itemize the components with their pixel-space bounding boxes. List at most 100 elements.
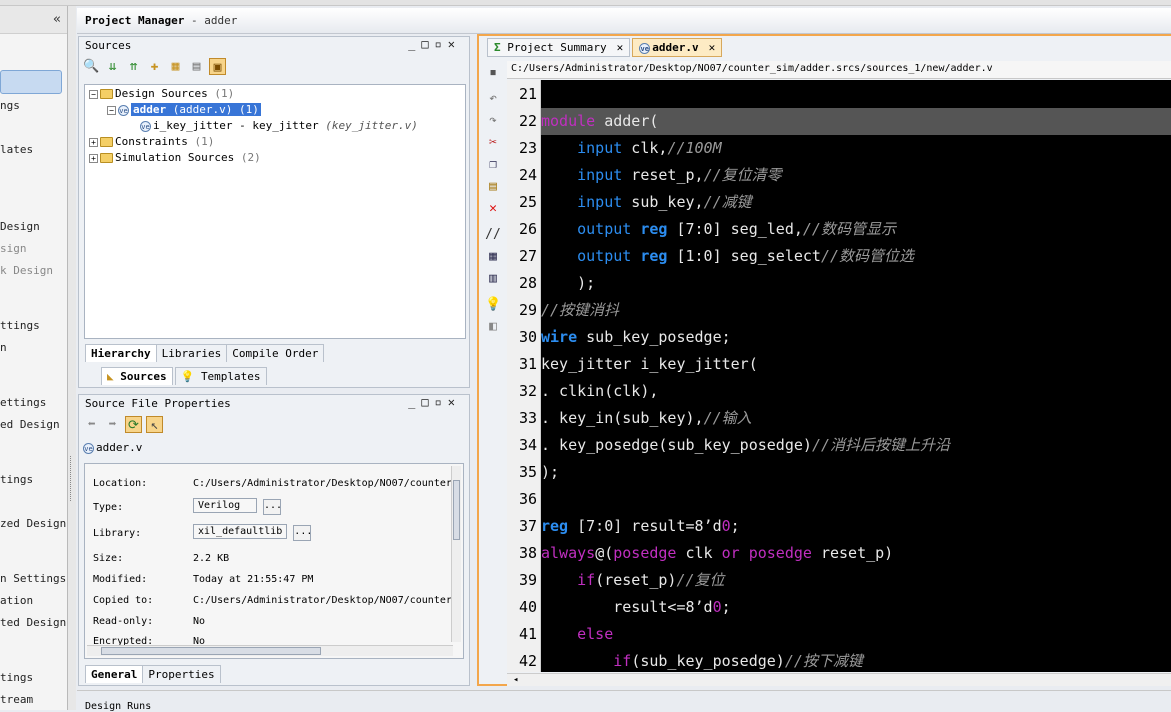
redo-icon[interactable]: ↷ (485, 113, 501, 129)
tab-sources[interactable]: ◣ Sources (101, 367, 173, 385)
tab-libraries[interactable]: Libraries (155, 344, 228, 362)
tab-project-summary[interactable]: Σ Project Summary ✕ (487, 38, 631, 57)
code-line[interactable]: //按键消抖 (541, 297, 1171, 324)
code-line[interactable] (541, 486, 1171, 513)
flow-item[interactable]: ttings (0, 319, 40, 332)
select-icon[interactable]: ↖ (146, 415, 163, 433)
expand-all-icon[interactable]: ⇈ (125, 58, 142, 75)
code-line[interactable]: if(reset_p)//复位 (541, 567, 1171, 594)
code-line[interactable]: if(sub_key_posedge)//按下减键 (541, 648, 1171, 672)
code-line[interactable]: input clk,//100M (541, 135, 1171, 162)
type-select[interactable]: Verilog (193, 498, 257, 513)
flow-item[interactable]: tings (0, 671, 33, 684)
save-icon[interactable]: ▪ (485, 65, 501, 81)
code-line[interactable]: . key_in(sub_key),//输入 (541, 405, 1171, 432)
properties-icon[interactable]: ▤ (188, 58, 205, 75)
add-sources-icon[interactable]: ✚ (146, 58, 163, 75)
expand-toggle-icon[interactable]: + (89, 137, 98, 147)
code-line[interactable]: wire sub_key_posedge; (541, 324, 1171, 351)
library-browse-button[interactable]: ... (293, 525, 312, 541)
editor-horizontal-scrollbar[interactable]: ◂ (507, 673, 1171, 686)
flow-item[interactable]: ation (0, 594, 33, 607)
tree-node-adder[interactable]: − ve adder (adder.v) (1) (107, 102, 261, 117)
flow-item[interactable]: zed Design (0, 517, 66, 530)
tab-properties[interactable]: Properties (142, 665, 221, 683)
copy-icon[interactable]: ❐ (485, 157, 501, 173)
flow-item[interactable]: tream (0, 693, 33, 706)
code-line[interactable]: ); (541, 459, 1171, 486)
flow-item[interactable]: sign (0, 242, 27, 255)
tree-node-design-sources[interactable]: − Design Sources (1) (89, 86, 234, 101)
tab-compile-order[interactable]: Compile Order (226, 344, 325, 362)
flow-item[interactable]: n Settings (0, 572, 66, 585)
delete-icon[interactable]: ✕ (485, 201, 501, 217)
cut-icon[interactable]: ✂ (485, 135, 501, 151)
insert-template-icon[interactable]: ◧ (485, 319, 501, 335)
indent-icon[interactable]: ▥ (485, 271, 501, 287)
scrollbar-thumb[interactable] (453, 480, 460, 540)
code-line[interactable]: result<=8’d0; (541, 594, 1171, 621)
back-icon[interactable]: ⬅ (83, 416, 100, 433)
properties-horizontal-scrollbar[interactable] (87, 645, 453, 656)
code-line[interactable]: reg [7:0] result=8’d0; (541, 513, 1171, 540)
flow-item[interactable]: Design (0, 220, 40, 233)
code-line[interactable] (541, 81, 1171, 108)
paste-icon[interactable]: ▤ (485, 179, 501, 195)
flow-navigator-selection[interactable] (0, 70, 62, 94)
collapse-toggle-icon[interactable]: − (107, 105, 116, 115)
code-line[interactable]: module adder( (541, 108, 1171, 135)
code-line[interactable]: ); (541, 270, 1171, 297)
code-line[interactable]: input sub_key,//减键 (541, 189, 1171, 216)
flow-item[interactable]: n (0, 341, 7, 354)
code-line[interactable]: . key_posedge(sub_key_posedge)//消抖后按键上升沿 (541, 432, 1171, 459)
design-runs-bar: Design Runs (77, 690, 1171, 712)
code-line[interactable]: output reg [1:0] seg_select//数码管位选 (541, 243, 1171, 270)
code-line[interactable]: else (541, 621, 1171, 648)
scroll-left-icon[interactable]: ◂ (513, 675, 518, 685)
vertical-splitter[interactable] (68, 6, 76, 710)
expand-toggle-icon[interactable]: + (89, 153, 98, 163)
collapse-icon[interactable]: « (53, 12, 61, 27)
flow-item[interactable]: tings (0, 473, 33, 486)
close-icon[interactable]: ✕ (617, 41, 624, 54)
show-hierarchy-icon[interactable]: ▣ (209, 57, 226, 75)
design-runs-label[interactable]: Design Runs (85, 701, 151, 712)
tree-node-key-jitter[interactable]: ve i_key_jitter - key_jitter (key_jitter.… (140, 118, 418, 133)
flow-item[interactable]: ted Design (0, 616, 66, 629)
flow-item[interactable]: ed Design (0, 418, 60, 431)
collapse-toggle-icon[interactable]: − (89, 89, 98, 99)
type-browse-button[interactable]: ... (263, 499, 282, 515)
forward-icon[interactable]: ➡ (104, 416, 121, 433)
open-folder-icon[interactable]: ▦ (167, 58, 184, 75)
undo-icon[interactable]: ↶ (485, 91, 501, 107)
scrollbar-thumb[interactable] (101, 647, 321, 655)
flow-item[interactable]: lates (0, 143, 33, 156)
code-area[interactable]: module adder( input clk,//100M input res… (541, 80, 1171, 672)
tab-templates[interactable]: 💡 Templates (174, 367, 267, 385)
flow-item[interactable]: ettings (0, 396, 46, 409)
tab-hierarchy[interactable]: Hierarchy (85, 344, 157, 362)
collapse-all-icon[interactable]: ⇊ (104, 58, 121, 75)
window-controls[interactable]: _□▫✕ (408, 395, 461, 409)
flow-item[interactable]: k Design (0, 264, 53, 277)
tab-general[interactable]: General (85, 665, 144, 683)
splitter-grip[interactable] (70, 456, 73, 501)
code-line[interactable]: always@(posedge clk or posedge reset_p) (541, 540, 1171, 567)
code-line[interactable]: output reg [7:0] seg_led,//数码管显示 (541, 216, 1171, 243)
code-line[interactable]: . clkin(clk), (541, 378, 1171, 405)
close-icon[interactable]: ✕ (709, 41, 716, 54)
lightbulb-icon[interactable]: 💡 (485, 297, 501, 313)
flow-item[interactable]: ngs (0, 99, 20, 112)
auto-update-icon[interactable]: ⟳ (125, 415, 142, 433)
tree-node-constraints[interactable]: + Constraints (1) (89, 134, 214, 149)
tab-adder-v[interactable]: ve adder.v ✕ (632, 38, 723, 57)
code-line[interactable]: input reset_p,//复位清零 (541, 162, 1171, 189)
window-controls[interactable]: _□▫✕ (408, 37, 461, 51)
comment-icon[interactable]: // (485, 227, 501, 243)
tree-node-simulation-sources[interactable]: + Simulation Sources (2) (89, 150, 261, 165)
code-line[interactable]: key_jitter i_key_jitter( (541, 351, 1171, 378)
block-select-icon[interactable]: ▦ (485, 249, 501, 265)
search-icon[interactable]: 🔍 (83, 58, 100, 75)
properties-vertical-scrollbar[interactable] (451, 466, 461, 642)
library-select[interactable]: xil_defaultlib (193, 524, 288, 539)
